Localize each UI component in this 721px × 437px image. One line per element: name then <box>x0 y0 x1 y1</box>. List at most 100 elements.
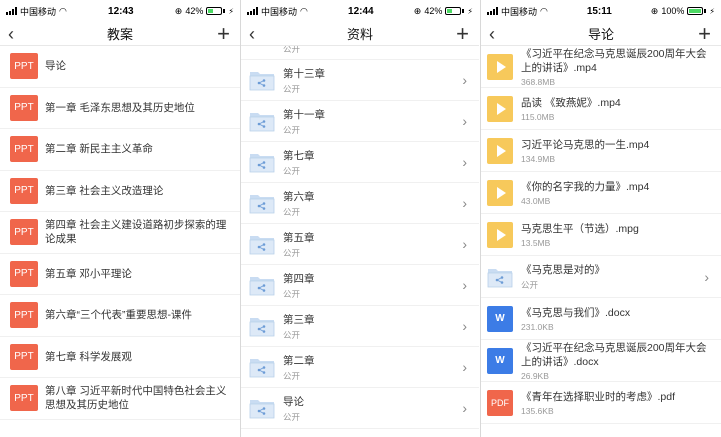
file-row[interactable]: 习近平论马克思的一生.mp4 134.9MB <box>481 130 721 172</box>
battery-icon <box>445 7 465 15</box>
list-item[interactable]: PPT 第三章 社会主义改造理论 <box>0 171 240 212</box>
folder-name: 第七章 <box>283 149 315 162</box>
folder-texts: 第三章 公开 <box>283 312 315 341</box>
panel-intro-files: 中国移动 ◠ 15:11 ⊕ 100% ⚡ ‹ 导论 + 《习近平在纪念马克思诞… <box>481 0 721 437</box>
signal-icon <box>487 7 498 15</box>
shared-folder-icon <box>249 233 275 255</box>
list-item-label: 第二章 新民主主义革命 <box>45 143 153 156</box>
orientation-lock-icon: ⊕ <box>413 5 422 16</box>
ppt-file-icon: PPT <box>10 385 38 412</box>
video-file-icon <box>487 95 513 122</box>
folder-visibility: 公开 <box>283 329 301 340</box>
list-item[interactable]: PPT 第四章 社会主义建设道路初步探索的理论成果 <box>0 212 240 254</box>
add-icon[interactable]: + <box>217 21 230 47</box>
folder-texts: 第六章 公开 <box>283 189 315 218</box>
folder-row[interactable]: 第三章 公开 › <box>241 306 479 347</box>
file-name: 习近平论马克思的一生.mp4 <box>521 138 650 151</box>
file-texts: 《马克思与我们》.docx 231.0KB <box>521 306 638 332</box>
chevron-right-icon: › <box>462 318 467 334</box>
folder-visibility: 公开 <box>283 370 301 381</box>
nav-bar: ‹ 资料 + <box>241 21 479 47</box>
signal-icon <box>6 7 17 15</box>
chevron-right-icon: › <box>704 268 709 285</box>
orientation-lock-icon: ⊕ <box>174 5 183 16</box>
folder-row[interactable]: 第四章 公开 › <box>241 265 479 306</box>
folder-visibility: 公开 <box>283 83 301 94</box>
list-item-label: 第一章 毛泽东思想及其历史地位 <box>45 101 195 114</box>
battery-percent: 42% <box>424 6 443 16</box>
carrier-label: 中国移动 <box>261 6 298 17</box>
folder-texts: 第四章 公开 <box>283 271 315 300</box>
folder-row[interactable]: 第五章 公开 › <box>241 224 479 265</box>
folder-row[interactable]: 第二章 公开 › <box>241 347 479 388</box>
ppt-file-icon: PPT <box>10 177 38 204</box>
folder-texts: 第二章 公开 <box>283 353 315 382</box>
list-item-label: 第四章 社会主义建设道路初步探索的理论成果 <box>45 219 227 246</box>
folder-visibility: 公开 <box>283 247 301 258</box>
folder-row[interactable]: 第七章 公开 › <box>241 142 479 183</box>
folder-name: 第六章 <box>283 190 315 203</box>
list-item[interactable]: PPT 第五章 邓小平理论 <box>0 254 240 295</box>
list-item[interactable]: PPT 第六章“三个代表”重要思想-课件 <box>0 295 240 337</box>
file-row[interactable]: 《你的名字我的力量》.mp4 43.0MB <box>481 172 721 214</box>
carrier-label: 中国移动 <box>20 6 57 17</box>
back-icon[interactable]: ‹ <box>489 24 495 45</box>
folder-row[interactable]: 第十三章 公开 › <box>241 60 479 101</box>
file-size: 公开 <box>521 279 539 290</box>
list-item[interactable]: PPT 第二章 新民主主义革命 <box>0 129 240 171</box>
video-file-icon <box>487 53 513 80</box>
panel-lesson-plans: 中国移动 ◠ 12:43 ⊕ 42% ⚡ ‹ 教案 + PPT 导论 PPT 第一章 … <box>0 0 240 437</box>
shared-folder-icon <box>249 192 275 214</box>
file-row[interactable]: 《马克思是对的》 公开 › <box>481 256 721 298</box>
list-item[interactable]: PPT 导论 <box>0 46 240 88</box>
list-item-label: 第三章 社会主义改造理论 <box>45 184 164 197</box>
file-size: 134.9MB <box>521 153 556 164</box>
file-row[interactable]: PDF 《青年在选择职业时的考虑》.pdf 135.6KB <box>481 382 721 424</box>
file-size: 135.6KB <box>521 405 554 416</box>
nav-bar: ‹ 导论 + <box>481 21 721 47</box>
page-title: 教案 <box>106 27 133 42</box>
file-texts: 习近平论马克思的一生.mp4 134.9MB <box>521 138 657 164</box>
file-size: 43.0MB <box>521 195 551 206</box>
chevron-right-icon: › <box>462 359 467 375</box>
list-item[interactable]: PPT 第七章 科学发展观 <box>0 337 240 378</box>
file-name: 马克思生平（节选）.mpg <box>521 222 639 235</box>
chevron-right-icon: › <box>462 195 467 211</box>
file-texts: 马克思生平（节选）.mpg 13.5MB <box>521 222 647 248</box>
folder-texts: 导论 公开 <box>283 394 304 423</box>
file-row[interactable]: W 《习近平在纪念马克思诞辰200周年大会上的讲话》.docx 26.9KB <box>481 340 721 382</box>
list-item[interactable]: PPT 第一章 毛泽东思想及其历史地位 <box>0 88 240 129</box>
add-icon[interactable]: + <box>456 21 469 47</box>
folder-texts: 第十一章 公开 <box>283 107 325 136</box>
back-icon[interactable]: ‹ <box>249 24 255 45</box>
battery-percent: 42% <box>185 6 204 16</box>
battery-icon <box>687 7 707 15</box>
back-icon[interactable]: ‹ <box>8 24 14 45</box>
file-name: 品读 《致燕妮》.mp4 <box>521 96 621 109</box>
shared-folder-icon <box>487 266 513 288</box>
add-icon[interactable]: + <box>698 21 711 47</box>
list-item[interactable]: PPT 第八章 习近平新时代中国特色社会主义思想及其历史地位 <box>0 378 240 420</box>
folder-texts: 第七章 公开 <box>283 148 315 177</box>
nav-bar: ‹ 教案 + <box>0 21 240 47</box>
partial-row-subtitle: 公开 <box>241 46 479 60</box>
file-row[interactable]: 马克思生平（节选）.mpg 13.5MB <box>481 214 721 256</box>
file-texts: 《马克思是对的》 公开 <box>521 263 613 291</box>
file-name: 《马克思与我们》.docx <box>521 306 631 319</box>
file-row[interactable]: W 《马克思与我们》.docx 231.0KB <box>481 298 721 340</box>
page-title: 导论 <box>587 27 614 42</box>
folder-row[interactable]: 导论 公开 › <box>241 388 479 429</box>
shared-folder-icon <box>249 110 275 132</box>
folder-texts: 第五章 公开 <box>283 230 315 259</box>
folder-row[interactable]: 第六章 公开 › <box>241 183 479 224</box>
chevron-right-icon: › <box>462 113 467 129</box>
file-name: 《马克思是对的》 <box>521 263 605 276</box>
file-row[interactable]: 品读 《致燕妮》.mp4 115.0MB <box>481 88 721 130</box>
charging-icon: ⚡ <box>709 6 715 16</box>
folder-row[interactable]: 第十一章 公开 › <box>241 101 479 142</box>
file-row[interactable]: 《习近平在纪念马克思诞辰200周年大会上的讲话》.mp4 368.8MB <box>481 46 721 88</box>
orientation-lock-icon: ⊕ <box>650 5 659 16</box>
folder-visibility: 公开 <box>283 411 301 422</box>
folder-visibility: 公开 <box>283 124 301 135</box>
folder-list: 第十三章 公开 › 第十一章 公开 › 第七章 公开 › 第六章 公开 › 第五章 公开 › 第四章 公开 › 第三… <box>241 60 479 429</box>
